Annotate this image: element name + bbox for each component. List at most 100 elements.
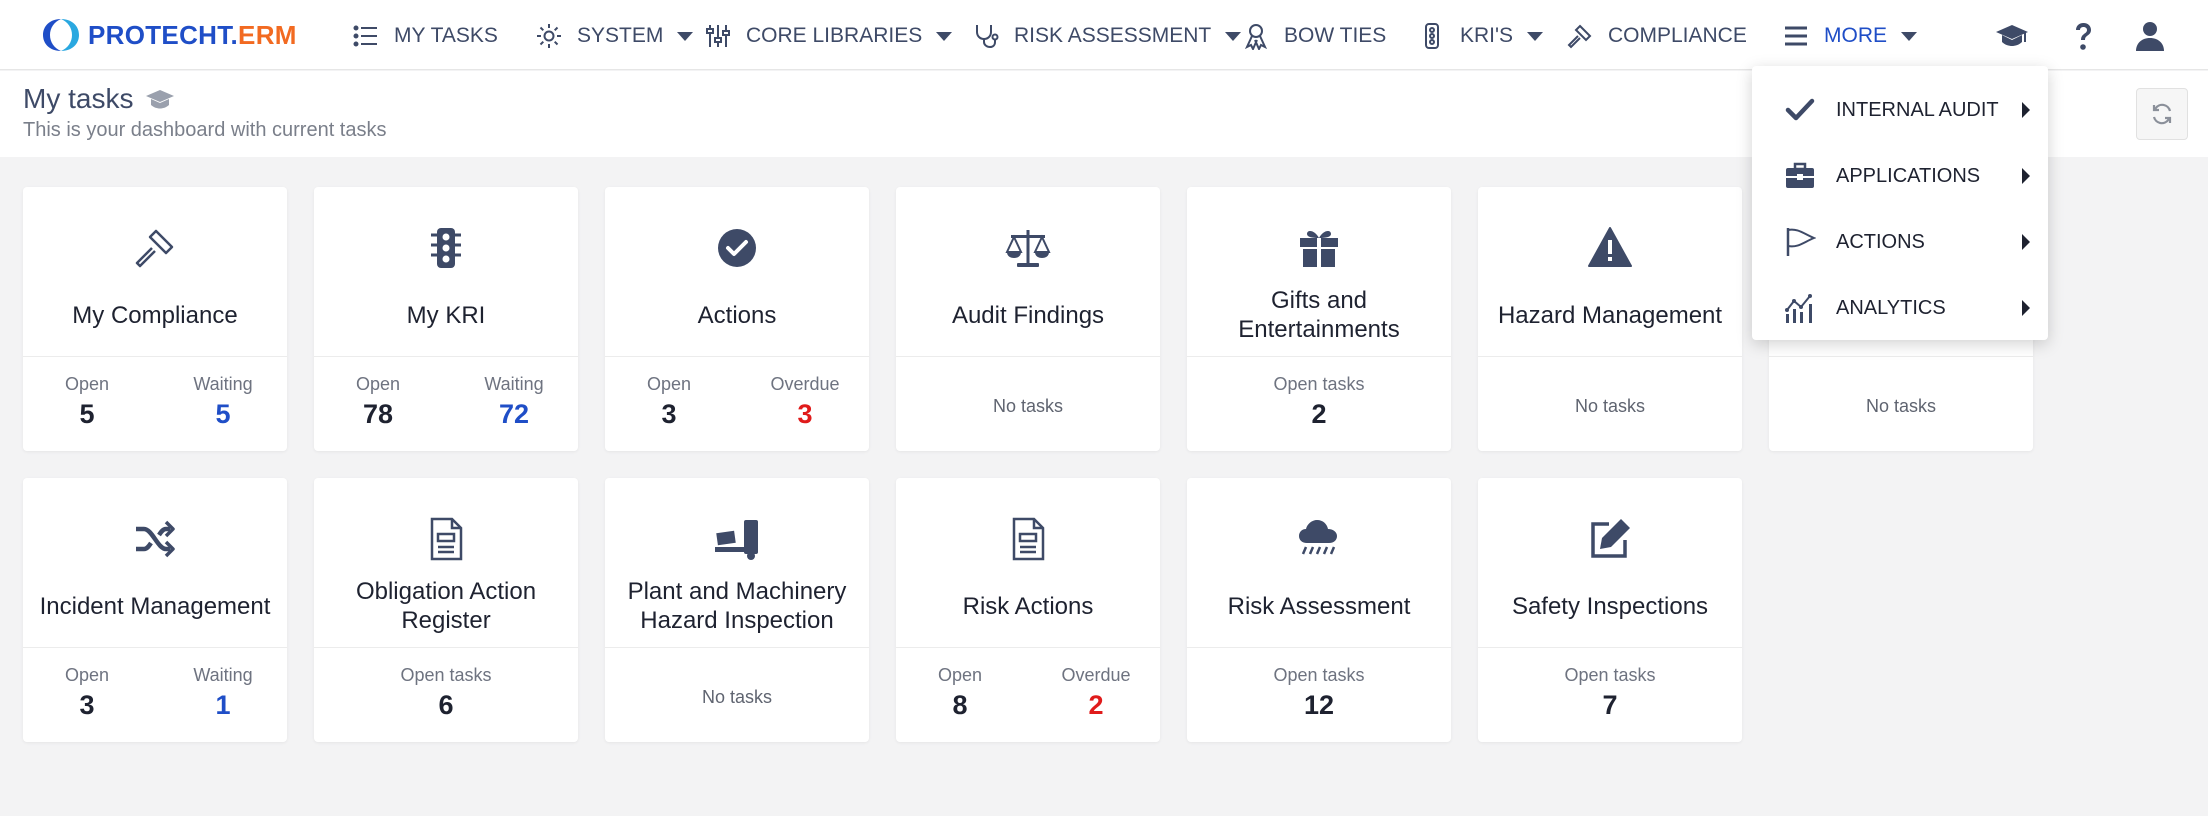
card-stats: No tasks — [896, 358, 1160, 451]
stat-label: Open — [64, 374, 110, 394]
brand-logo[interactable]: PROTECHT.ERM — [40, 16, 297, 54]
menu-item-actions[interactable]: ACTIONS — [1752, 214, 2048, 270]
refresh-button[interactable] — [2136, 88, 2188, 140]
stat-waiting[interactable]: Waiting 1 — [173, 665, 273, 721]
document-icon — [423, 516, 469, 562]
gavel-icon — [132, 225, 178, 271]
stat-value: 8 — [952, 690, 968, 720]
chart-icon — [1785, 294, 1812, 323]
card-header: Hazard Management — [1478, 187, 1742, 357]
stat-waiting[interactable]: Waiting 72 — [464, 374, 564, 430]
nav-core-libraries[interactable]: CORE LIBRARIES — [704, 18, 953, 54]
stat-value: 2 — [1088, 690, 1104, 720]
card-stats: Open 3 Waiting 1 — [23, 649, 287, 742]
card-title: Actions — [697, 301, 777, 329]
stat-waiting[interactable]: Waiting 5 — [173, 374, 273, 430]
menu-item-internal-audit[interactable]: INTERNAL AUDIT — [1752, 82, 2048, 138]
user-menu-button[interactable] — [2130, 16, 2170, 56]
menu-item-label: INTERNAL AUDIT — [1836, 98, 1999, 121]
stat-open[interactable]: Open 3 — [619, 374, 719, 430]
stat-label: Open — [355, 374, 401, 394]
task-card-obligation-action-register[interactable]: Obligation Action Register Open tasks 6 — [314, 478, 578, 742]
card-header: Risk Actions — [896, 478, 1160, 648]
task-card-my-kri[interactable]: My KRI Open 78 Waiting 72 — [314, 187, 578, 451]
shuffle-icon — [132, 516, 178, 562]
stat-value: 12 — [1303, 690, 1335, 720]
chevron-down-icon — [1225, 31, 1242, 41]
stat-label: Open tasks — [1564, 665, 1656, 685]
task-card-plant-machinery[interactable]: Plant and Machinery Hazard Inspection No… — [605, 478, 869, 742]
stat-label: Open — [937, 665, 983, 685]
page-title: My tasks — [23, 83, 175, 115]
stat-label: Overdue — [1061, 665, 1131, 685]
card-stats: Open 5 Waiting 5 — [23, 358, 287, 451]
nav-risk-assessment[interactable]: RISK ASSESSMENT — [972, 18, 1242, 54]
nav-system[interactable]: SYSTEM — [535, 18, 694, 54]
nav-kris[interactable]: KRI'S — [1418, 18, 1544, 54]
nav-my-tasks[interactable]: MY TASKS — [352, 18, 498, 54]
check-icon — [1785, 98, 1815, 121]
training-button[interactable] — [1992, 16, 2032, 56]
card-stats: No tasks — [605, 649, 869, 742]
graduation-cap-icon — [1996, 25, 2028, 46]
document-icon — [1005, 516, 1051, 562]
stethoscope-icon — [976, 25, 999, 49]
graduation-cap-icon[interactable] — [145, 84, 175, 114]
nav-compliance[interactable]: COMPLIANCE — [1566, 18, 1747, 54]
stat-open-tasks[interactable]: Open tasks 6 — [396, 665, 496, 721]
stat-open-tasks[interactable]: Open tasks 2 — [1269, 374, 1369, 430]
cloud-rain-icon — [1296, 516, 1342, 562]
stat-open[interactable]: Open 3 — [37, 665, 137, 721]
chevron-down-icon — [1901, 31, 1917, 41]
task-card-audit-findings[interactable]: Audit Findings No tasks — [896, 187, 1160, 451]
gift-icon — [1296, 225, 1342, 271]
stat-open-tasks[interactable]: Open tasks 7 — [1560, 665, 1660, 721]
task-card-my-compliance[interactable]: My Compliance Open 5 Waiting 5 — [23, 187, 287, 451]
task-card-incident-management[interactable]: Incident Management Open 3 Waiting 1 — [23, 478, 287, 742]
card-title: Risk Assessment — [1227, 592, 1411, 620]
chevron-right-icon — [2022, 234, 2030, 250]
task-card-risk-actions[interactable]: Risk Actions Open 8 Overdue 2 — [896, 478, 1160, 742]
task-card-actions[interactable]: Actions Open 3 Overdue 3 — [605, 187, 869, 451]
card-stats: Open tasks 6 — [314, 649, 578, 742]
task-card-risk-assessment[interactable]: Risk Assessment Open tasks 12 — [1187, 478, 1451, 742]
stat-open[interactable]: Open 5 — [37, 374, 137, 430]
task-card-safety-inspections[interactable]: Safety Inspections Open tasks 7 — [1478, 478, 1742, 742]
top-navbar: PROTECHT.ERM MY TASKS SYSTEM CORE LIBRAR… — [0, 0, 2208, 70]
card-header: Obligation Action Register — [314, 478, 578, 648]
nav-more[interactable]: MORE — [1782, 18, 1917, 54]
menu-item-applications[interactable]: APPLICATIONS — [1752, 148, 2048, 204]
stat-open[interactable]: Open 8 — [910, 665, 1010, 721]
help-button[interactable] — [2063, 16, 2103, 56]
menu-item-analytics[interactable]: ANALYTICS — [1752, 280, 2048, 336]
gavel-icon — [1567, 24, 1592, 49]
edit-icon — [1587, 516, 1633, 562]
check-circle-icon — [714, 225, 760, 271]
protecht-logo-icon — [43, 19, 79, 51]
card-header: Actions — [605, 187, 869, 357]
more-dropdown-menu: INTERNAL AUDIT APPLICATIONS ACTIONS ANAL… — [1752, 66, 2048, 340]
stat-overdue[interactable]: Overdue 3 — [755, 374, 855, 430]
stat-label: Waiting — [193, 665, 253, 685]
nav-bow-ties[interactable]: BOW TIES — [1242, 18, 1386, 54]
task-card-gifts-entertainments[interactable]: Gifts and Entertainments Open tasks 2 — [1187, 187, 1451, 451]
card-header: My KRI — [314, 187, 578, 357]
card-header: Safety Inspections — [1478, 478, 1742, 648]
stat-value: 5 — [79, 399, 95, 429]
forklift-icon — [714, 516, 760, 562]
stat-open-tasks[interactable]: Open tasks 12 — [1269, 665, 1369, 721]
menu-item-label: APPLICATIONS — [1836, 164, 1981, 187]
stat-label: Open tasks — [400, 665, 492, 685]
brand-name: PROTECHT. — [88, 19, 239, 50]
no-tasks-label: No tasks — [992, 396, 1064, 416]
task-card-hazard-management[interactable]: Hazard Management No tasks — [1478, 187, 1742, 451]
card-header: Gifts and Entertainments — [1187, 187, 1451, 357]
card-stats: Open 78 Waiting 72 — [314, 358, 578, 451]
chevron-right-icon — [2022, 102, 2030, 118]
card-stats: Open 8 Overdue 2 — [896, 649, 1160, 742]
chevron-right-icon — [2022, 300, 2030, 316]
stat-overdue[interactable]: Overdue 2 — [1046, 665, 1146, 721]
stat-label: Open tasks — [1273, 374, 1365, 394]
stat-open[interactable]: Open 78 — [328, 374, 428, 430]
stat-label: Open tasks — [1273, 665, 1365, 685]
